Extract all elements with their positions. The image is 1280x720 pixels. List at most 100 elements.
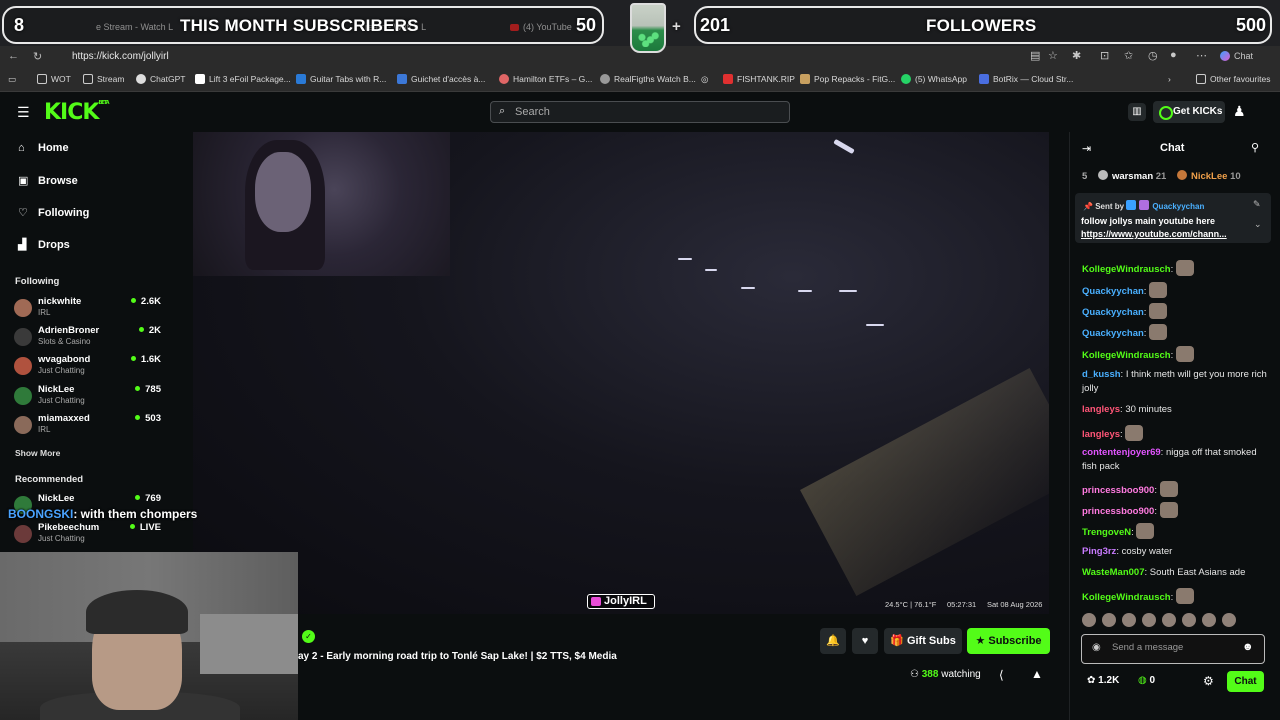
chat-username[interactable]: KollegeWindrausch bbox=[1082, 592, 1171, 603]
split-icon[interactable]: ⊡ bbox=[1100, 49, 1109, 62]
chat-username[interactable]: Quackyychan bbox=[1082, 328, 1144, 339]
profile-icon[interactable]: ● bbox=[1170, 49, 1177, 61]
channel-name: Pikebeechum bbox=[38, 522, 100, 533]
user-avatar-icon[interactable]: ♟ bbox=[1233, 103, 1246, 120]
more-menu-icon[interactable]: ⋯ bbox=[1196, 49, 1207, 62]
emote-icon[interactable] bbox=[1222, 613, 1236, 627]
bookmark-item[interactable]: Lift 3 eFoil Package... bbox=[195, 74, 291, 84]
light-streak bbox=[705, 269, 717, 271]
nav-following[interactable]: ♡ Following bbox=[18, 206, 89, 219]
pinned-link[interactable]: https://www.youtube.com/chann... bbox=[1081, 229, 1256, 239]
chevron-down-icon[interactable]: ⌄ bbox=[1254, 219, 1262, 230]
follow-heart-button[interactable]: ♥ bbox=[852, 628, 878, 654]
get-kicks-button[interactable]: Get KICKs bbox=[1153, 101, 1225, 123]
bookmark-item[interactable]: Guichet d'accès à... bbox=[397, 74, 485, 84]
bookmark-item[interactable]: RealFigths Watch B... bbox=[600, 74, 696, 84]
chat-username[interactable]: langleys bbox=[1082, 404, 1120, 415]
chat-username[interactable]: TrengoveN bbox=[1082, 527, 1131, 538]
chat-separator: : bbox=[1154, 485, 1160, 496]
search-input[interactable]: ⌕ Search bbox=[490, 101, 790, 123]
url-field[interactable]: https://kick.com/jollyirl bbox=[72, 51, 169, 62]
emoji-icon[interactable]: ☻ bbox=[1242, 641, 1254, 653]
emote-icon[interactable] bbox=[1102, 613, 1116, 627]
chat-username[interactable]: contentenjoyer69 bbox=[1082, 447, 1161, 458]
bookmark-item[interactable]: Stream bbox=[83, 74, 124, 84]
bookmark-item[interactable]: Other favourites bbox=[1196, 74, 1270, 84]
emote-icon[interactable] bbox=[1182, 613, 1196, 627]
collapse-chat-icon[interactable]: ⇥ bbox=[1082, 142, 1091, 155]
gift-subs-button[interactable]: 🎁 Gift Subs bbox=[884, 628, 962, 654]
back-icon[interactable]: ← bbox=[8, 50, 19, 62]
chat-username[interactable]: Quackyychan bbox=[1082, 307, 1144, 318]
chat-message-field[interactable] bbox=[1112, 642, 1242, 653]
chat-username[interactable]: KollegeWindrausch bbox=[1082, 264, 1171, 275]
recommended-channel[interactable]: Pikebeechum Just Chatting LIVE bbox=[14, 522, 164, 550]
followed-channel[interactable]: AdrienBroner Slots & Casino 2K bbox=[14, 325, 164, 353]
chat-username[interactable]: Ping3rz bbox=[1082, 546, 1116, 557]
kicks-balance[interactable]: ✿ 1.2K bbox=[1087, 675, 1119, 686]
bookmark-manager-icon[interactable]: ▭ bbox=[8, 74, 16, 85]
unpin-icon[interactable]: ✎ bbox=[1253, 199, 1261, 210]
viewer-count: 1.6K bbox=[131, 354, 161, 365]
nav-drops[interactable]: ▟ Drops bbox=[18, 238, 70, 251]
share-icon[interactable]: ⟨ bbox=[999, 668, 1004, 682]
subscribe-button[interactable]: ★ Subscribe bbox=[967, 628, 1050, 654]
bookmark-item[interactable]: WOT bbox=[37, 74, 71, 84]
bookmark-item[interactable]: BotRix — Cloud Str... bbox=[979, 74, 1073, 84]
bookmark-item[interactable]: Pop Repacks - FitG... bbox=[800, 74, 895, 84]
followed-channel[interactable]: miamaxxed IRL 503 bbox=[14, 413, 164, 441]
chat-message: Quackyychan: bbox=[1082, 303, 1268, 320]
nav-browse[interactable]: ▣ Browse bbox=[18, 174, 78, 187]
emote-icon[interactable] bbox=[1202, 613, 1216, 627]
chat-username[interactable]: langleys bbox=[1082, 429, 1120, 440]
emote-icon[interactable] bbox=[1122, 613, 1136, 627]
copilot-chat-button[interactable]: Chat bbox=[1220, 51, 1253, 61]
notification-bell-button[interactable]: 🔔 bbox=[820, 628, 846, 654]
bookmark-item[interactable]: (5) WhatsApp bbox=[901, 74, 967, 84]
nav-home[interactable]: ⌂ Home bbox=[18, 142, 69, 154]
followed-channel[interactable]: NickLee Just Chatting 785 bbox=[14, 384, 164, 412]
favorites-icon[interactable]: ✩ bbox=[1124, 49, 1133, 62]
extensions-icon[interactable]: ✱ bbox=[1072, 49, 1081, 62]
channel-category: IRL bbox=[38, 425, 51, 434]
chevron-right-icon[interactable]: › bbox=[1168, 74, 1171, 84]
chat-send-button[interactable]: Chat bbox=[1227, 671, 1264, 692]
chat-username[interactable]: KollegeWindrausch bbox=[1082, 350, 1171, 361]
gear-icon[interactable]: ⚙ bbox=[1203, 674, 1214, 688]
chat-username[interactable]: Quackyychan bbox=[1082, 286, 1144, 297]
favorite-star-icon[interactable]: ☆ bbox=[1048, 49, 1058, 62]
bookmark-label: ChatGPT bbox=[150, 74, 186, 84]
bookmark-item[interactable]: Guitar Tabs with R... bbox=[296, 74, 386, 84]
emote-icon[interactable] bbox=[1162, 613, 1176, 627]
chat-settings-icon[interactable]: ◉ bbox=[1092, 642, 1101, 653]
subscribe-label: Subscribe bbox=[988, 635, 1042, 647]
bookmark-item[interactable]: Hamilton ETFs – G... bbox=[499, 74, 592, 84]
chat-username[interactable]: d_kussh bbox=[1082, 369, 1121, 380]
bookmark-item[interactable]: FISHTANK.RIP bbox=[723, 74, 795, 84]
bell-icon: 🔔 bbox=[826, 635, 840, 647]
chat-username[interactable]: WasteMan007 bbox=[1082, 567, 1144, 578]
bookmark-item[interactable]: ChatGPT bbox=[136, 74, 185, 84]
report-icon[interactable]: ▲ bbox=[1031, 667, 1043, 681]
chat-message-input[interactable]: ◉ ☻ bbox=[1081, 634, 1265, 664]
show-more-link[interactable]: Show More bbox=[15, 448, 60, 458]
chat-separator: : bbox=[1154, 506, 1160, 517]
emote-icon[interactable] bbox=[1142, 613, 1156, 627]
history-icon[interactable]: ◷ bbox=[1148, 49, 1158, 62]
followed-channel[interactable]: wvagabond Just Chatting 1.6K bbox=[14, 354, 164, 382]
chat-users-icon[interactable]: ⚲ bbox=[1251, 141, 1259, 154]
hamburger-menu-icon[interactable]: ☰ bbox=[17, 104, 30, 121]
reader-icon[interactable]: ▤ bbox=[1030, 49, 1040, 62]
chat-username[interactable]: princessboo900 bbox=[1082, 506, 1154, 517]
points-balance[interactable]: ◍ 0 bbox=[1138, 675, 1155, 686]
globe-icon[interactable]: ◎ bbox=[701, 74, 708, 85]
pinned-message[interactable]: 📌 Sent by Quackyychan follow jollys main… bbox=[1075, 193, 1271, 243]
kick-logo[interactable]: KICKBETA bbox=[44, 100, 110, 125]
chat-username[interactable]: princessboo900 bbox=[1082, 485, 1154, 496]
search-icon: ⌕ bbox=[499, 105, 506, 117]
refresh-icon[interactable]: ↻ bbox=[33, 50, 42, 63]
studio-icon[interactable]: ▥ bbox=[1128, 103, 1146, 121]
light-streak bbox=[839, 290, 857, 292]
emote-icon[interactable] bbox=[1082, 613, 1096, 627]
followed-channel[interactable]: nickwhite IRL 2.6K bbox=[14, 296, 164, 324]
